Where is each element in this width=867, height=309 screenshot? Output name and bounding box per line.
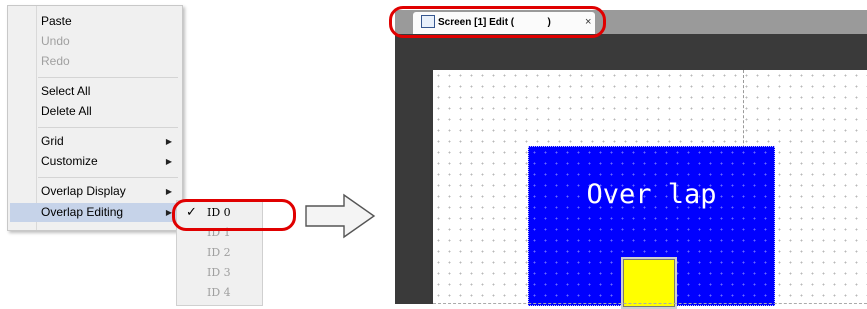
highlight-ring-tab: [389, 6, 606, 38]
menu-item-redo: Redo: [10, 52, 180, 71]
right-arrow-icon: [305, 193, 376, 239]
menu-item-overlap-editing[interactable]: Overlap Editing ▶: [10, 203, 180, 222]
menu-separator: [38, 127, 178, 128]
menu-separator: [38, 177, 178, 178]
menu-separator: [38, 77, 178, 78]
menu-item-customize[interactable]: Customize ▶: [10, 152, 180, 171]
menu-item-delete-all[interactable]: Delete All: [10, 102, 180, 121]
submenu-item-label: ID 4: [207, 286, 231, 299]
editing-canvas[interactable]: Over lap: [433, 70, 867, 309]
menu-item-label: Select All: [41, 84, 91, 98]
context-menu: Paste Undo Redo Select All Delete All Gr…: [7, 5, 183, 231]
submenu-arrow-icon: ▶: [165, 187, 172, 196]
highlight-ring-id0: [172, 199, 296, 231]
overlap-area[interactable]: Over lap: [528, 146, 775, 309]
menu-item-overlap-display[interactable]: Overlap Display ▶: [10, 182, 180, 201]
menu-item-grid[interactable]: Grid ▶: [10, 132, 180, 151]
menu-item-label: Overlap Editing: [41, 205, 124, 219]
menu-item-label: Customize: [41, 154, 98, 168]
menu-item-label: Delete All: [41, 104, 92, 118]
submenu-item-id2: ID 2: [177, 243, 262, 263]
submenu-arrow-icon: ▶: [165, 137, 172, 146]
yellow-part[interactable]: [621, 257, 677, 309]
screen-editor: Screen [1] Edit ( ) × Over lap: [395, 10, 867, 309]
submenu-item-label: ID 3: [207, 266, 231, 279]
menu-item-label: Paste: [41, 14, 72, 28]
menu-item-undo: Undo: [10, 32, 180, 51]
menu-item-label: Grid: [41, 134, 64, 148]
menu-item-select-all[interactable]: Select All: [10, 82, 180, 101]
menu-item-label: Redo: [41, 54, 70, 68]
menu-item-label: Overlap Display: [41, 184, 126, 198]
overlap-label: Over lap: [586, 179, 717, 210]
submenu-item-id3: ID 3: [177, 263, 262, 283]
editor-frame: Over lap: [395, 34, 867, 309]
menu-item-label: Undo: [41, 34, 70, 48]
submenu-item-label: ID 2: [207, 246, 231, 259]
submenu-item-id4: ID 4: [177, 283, 262, 303]
menu-item-paste[interactable]: Paste: [10, 12, 180, 31]
submenu-arrow-icon: ▶: [165, 157, 172, 166]
